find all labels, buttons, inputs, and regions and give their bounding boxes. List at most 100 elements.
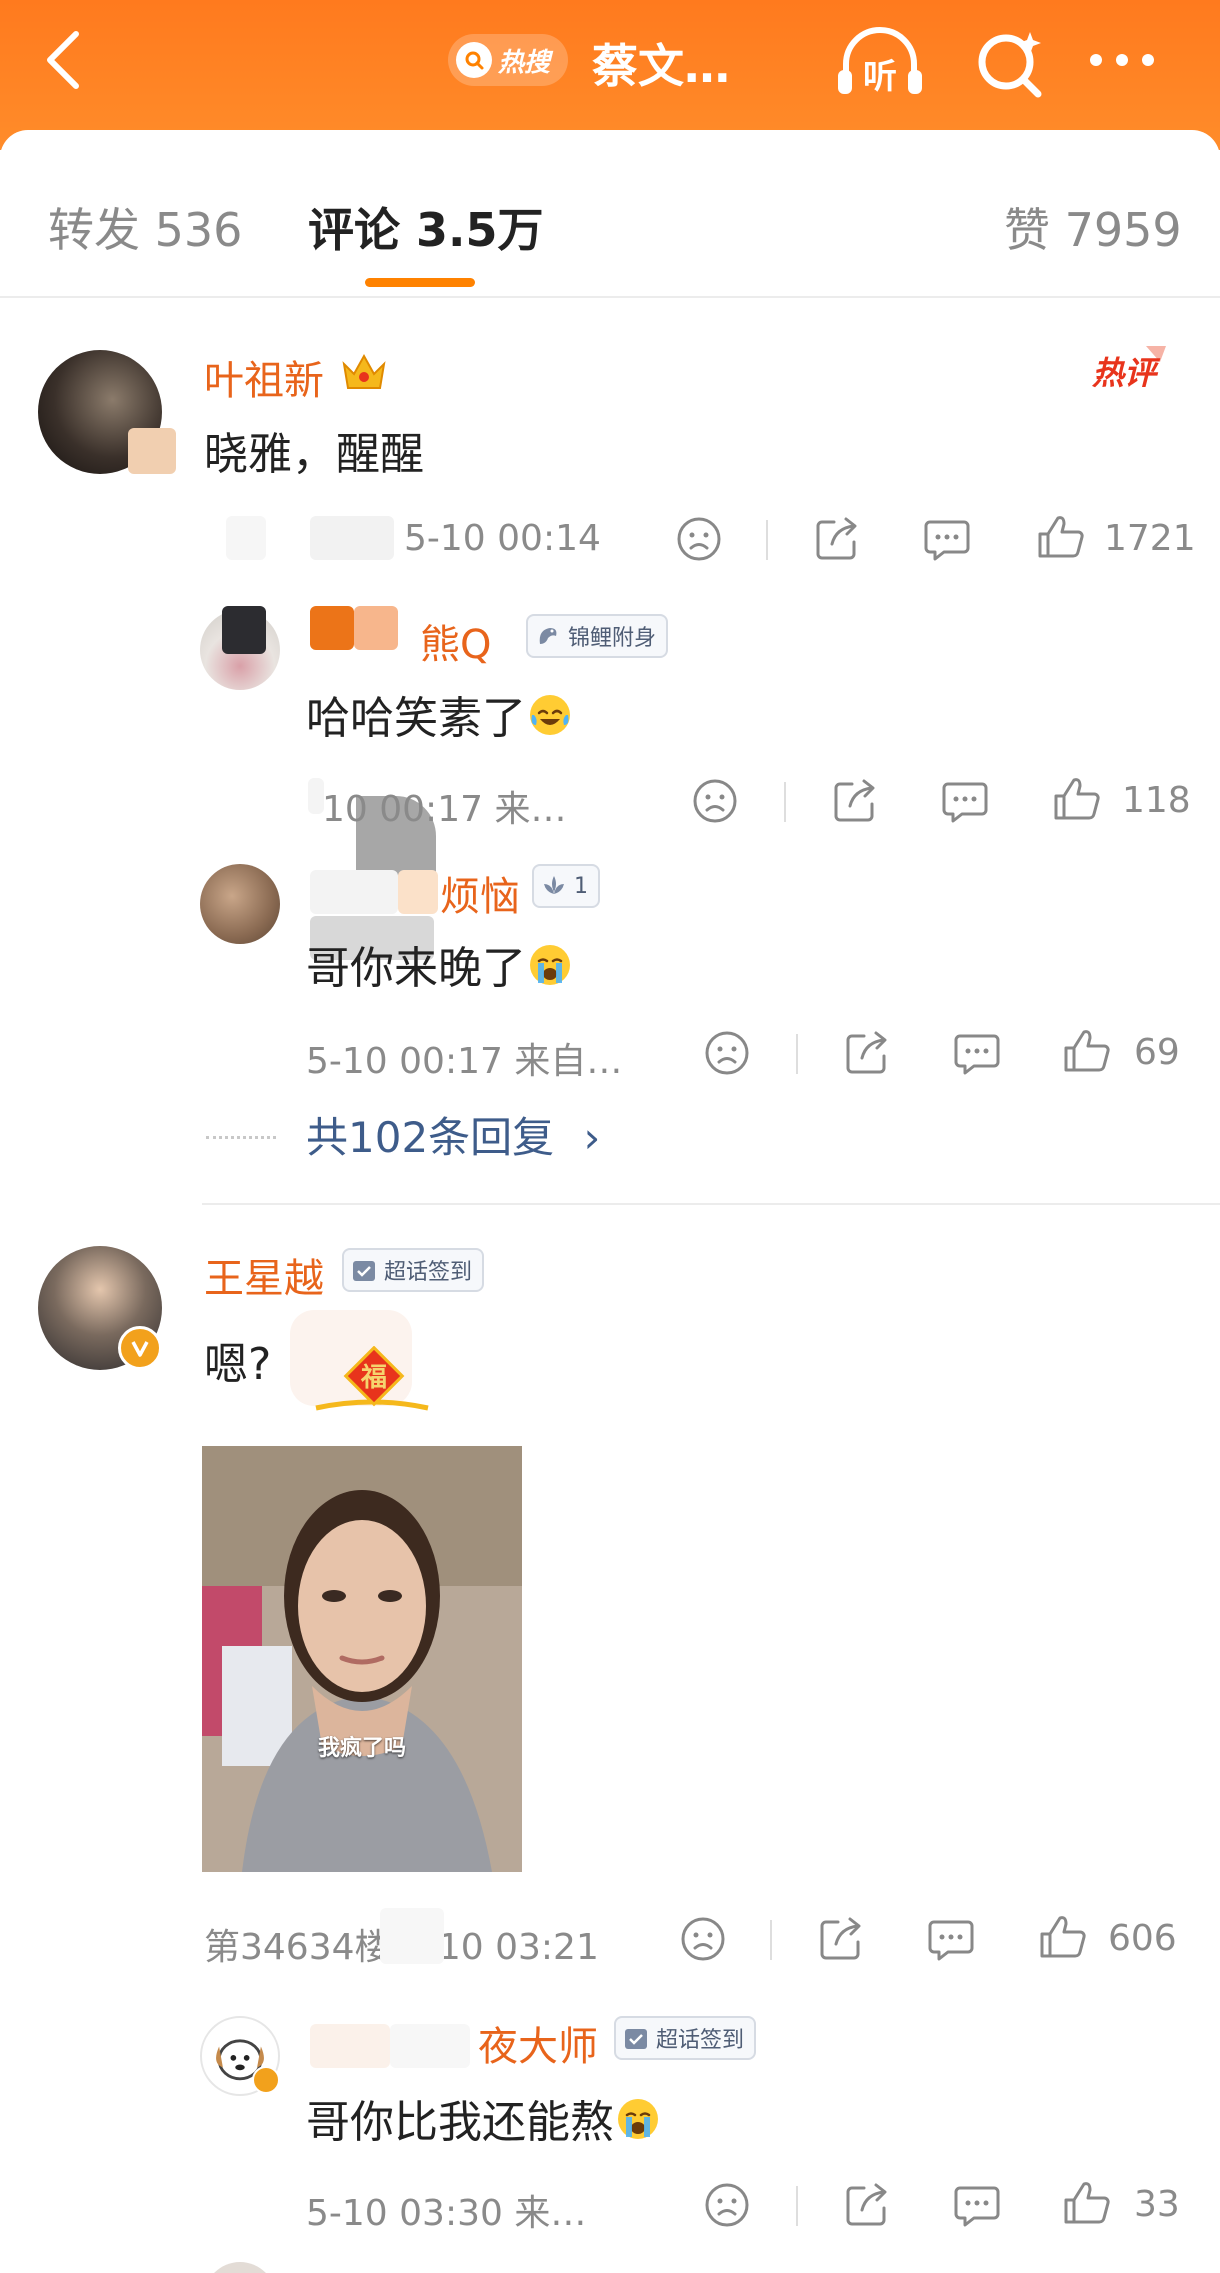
redacted-patch bbox=[128, 428, 176, 474]
like-icon bbox=[1054, 778, 1100, 820]
like-button[interactable] bbox=[1062, 2178, 1112, 2228]
comment-image[interactable]: 我疯了吗 bbox=[202, 1446, 522, 1872]
reply-username[interactable]: 熊Q bbox=[420, 612, 491, 670]
hot-comment-label: 热评 bbox=[1090, 342, 1170, 392]
hot-search-badge[interactable]: 热搜 bbox=[448, 34, 568, 86]
dislike-button[interactable] bbox=[690, 776, 740, 826]
share-button[interactable] bbox=[830, 776, 880, 826]
dislike-button[interactable] bbox=[674, 514, 724, 564]
like-button[interactable] bbox=[1038, 1912, 1088, 1962]
reply-icon bbox=[954, 2186, 1000, 2227]
user-badge: 锦鲤附身 bbox=[526, 614, 669, 658]
back-button[interactable] bbox=[40, 28, 100, 98]
like-icon bbox=[1040, 1916, 1086, 1958]
redacted-patch bbox=[390, 2024, 470, 2068]
tab-likes[interactable]: 赞 7959 bbox=[1004, 194, 1182, 260]
comment-username[interactable]: 叶祖新 bbox=[204, 348, 324, 406]
redacted-patch bbox=[222, 606, 266, 654]
share-icon bbox=[846, 1031, 887, 1074]
more-icon bbox=[1090, 54, 1102, 66]
like-count: 1721 bbox=[1104, 518, 1196, 559]
reply-icon bbox=[928, 1920, 974, 1961]
reply-username[interactable]: 夜大师 bbox=[478, 2014, 598, 2072]
user-badge: 1 bbox=[532, 864, 600, 908]
user-badge: 超话签到 bbox=[342, 1248, 485, 1292]
redacted-patch bbox=[310, 606, 354, 650]
reply-text: 哥你比我还能熬 bbox=[306, 2086, 662, 2150]
replies-dots bbox=[206, 1136, 276, 1139]
like-icon bbox=[1064, 2182, 1110, 2224]
dislike-icon bbox=[681, 1917, 725, 1961]
lotus-icon bbox=[544, 876, 564, 894]
hot-search-label: 热搜 bbox=[498, 47, 551, 78]
reply-icon bbox=[924, 520, 970, 561]
comment-username[interactable]: 王星越 bbox=[204, 1246, 324, 1304]
content-card bbox=[0, 130, 1220, 2273]
like-button[interactable] bbox=[1062, 1026, 1112, 1076]
like-count: 69 bbox=[1134, 1032, 1180, 1073]
checkin-icon bbox=[353, 1261, 375, 1281]
reply-username[interactable]: 烦恼 bbox=[440, 864, 520, 922]
like-icon bbox=[1064, 1030, 1110, 1072]
chevron-right-icon: › bbox=[583, 1113, 601, 1162]
user-badge: 超话签到 bbox=[614, 2016, 757, 2060]
share-icon bbox=[820, 1917, 861, 1960]
topic-title[interactable]: 蔡文… bbox=[592, 30, 730, 96]
comment-text: 嗯? bbox=[204, 1339, 272, 1390]
reply-button[interactable] bbox=[952, 1028, 1002, 1078]
reply-text: 哥你来晚了 bbox=[306, 932, 574, 996]
svg-text:福: 福 bbox=[360, 1363, 387, 1393]
redacted-patch bbox=[356, 796, 436, 880]
divider bbox=[202, 1203, 1220, 1205]
avatar[interactable] bbox=[200, 864, 280, 944]
reply-button[interactable] bbox=[922, 514, 972, 564]
search-icon bbox=[978, 32, 1042, 98]
dislike-button[interactable] bbox=[678, 1914, 728, 1964]
reply-button[interactable] bbox=[940, 776, 990, 826]
reply-button[interactable] bbox=[926, 1914, 976, 1964]
comment-time: 5-10 00:14 bbox=[404, 518, 601, 559]
reply-time: 5-10 00:17 来自… bbox=[306, 1041, 623, 1082]
dislike-icon bbox=[705, 2183, 749, 2227]
like-count: 33 bbox=[1134, 2184, 1180, 2225]
search-button[interactable] bbox=[970, 24, 1050, 104]
reply-icon bbox=[954, 1034, 1000, 1075]
crying-emoji bbox=[526, 941, 574, 989]
redacted-patch bbox=[310, 870, 398, 914]
redacted-patch bbox=[226, 516, 266, 560]
checkin-icon bbox=[625, 2029, 647, 2049]
listen-icon: 听 bbox=[838, 27, 922, 97]
reply-button[interactable] bbox=[952, 2180, 1002, 2230]
tab-reposts[interactable]: 转发 536 bbox=[48, 194, 242, 260]
listen-button[interactable]: 听 bbox=[832, 22, 928, 102]
tab-bar: 转发 536 评论 3.5万 赞 7959 bbox=[0, 130, 1220, 298]
dislike-icon bbox=[705, 1031, 749, 1075]
tab-comments[interactable]: 评论 3.5万 bbox=[308, 194, 544, 260]
share-button[interactable] bbox=[812, 514, 862, 564]
share-icon bbox=[846, 2183, 887, 2226]
reply-icon bbox=[942, 782, 988, 823]
top-bar: 热搜 蔡文… 听 bbox=[0, 0, 1220, 150]
hot-search-icon bbox=[456, 42, 492, 78]
active-tab-indicator bbox=[365, 278, 475, 287]
dislike-icon bbox=[693, 779, 737, 823]
fortune-icon: 福 bbox=[312, 1345, 432, 1420]
dislike-button[interactable] bbox=[702, 2180, 752, 2230]
like-count: 118 bbox=[1122, 780, 1191, 821]
share-button[interactable] bbox=[842, 2180, 892, 2230]
redacted-patch bbox=[310, 2024, 390, 2068]
listen-label: 听 bbox=[863, 57, 897, 97]
more-replies-link[interactable]: 共102条回复 › bbox=[306, 1104, 600, 1165]
share-button[interactable] bbox=[842, 1028, 892, 1078]
more-button[interactable] bbox=[1090, 40, 1170, 80]
crown-icon bbox=[340, 350, 388, 394]
dislike-button[interactable] bbox=[702, 1028, 752, 1078]
share-icon bbox=[816, 517, 857, 560]
like-button[interactable] bbox=[1052, 774, 1102, 824]
redacted-patch bbox=[398, 870, 438, 914]
share-button[interactable] bbox=[816, 1914, 866, 1964]
like-button[interactable] bbox=[1036, 512, 1086, 562]
reply-time: 5-10 03:30 来… bbox=[306, 2193, 587, 2234]
portrait-image bbox=[202, 1446, 522, 1872]
share-icon bbox=[834, 779, 875, 822]
